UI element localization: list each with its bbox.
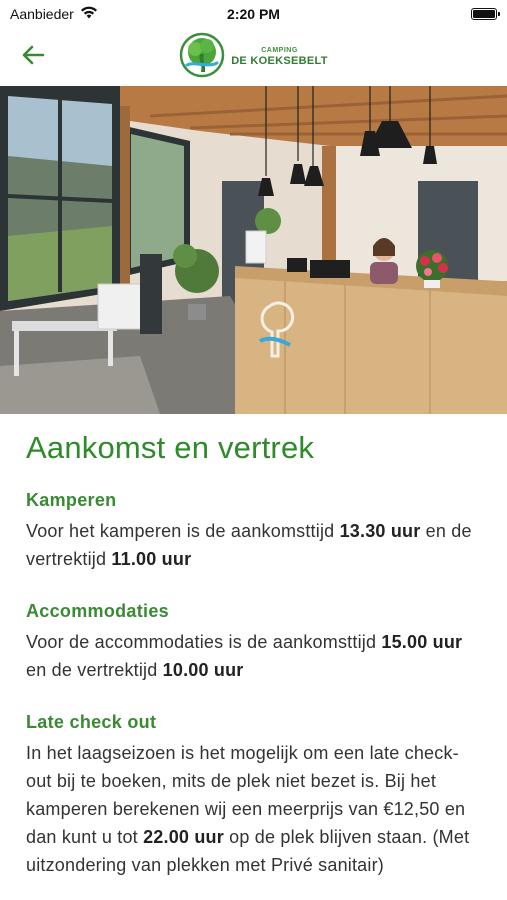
- main-content: Aankomst en vertrek Kamperen Voor het ka…: [0, 414, 507, 879]
- section-heading: Kamperen: [26, 490, 117, 510]
- logo-big-text: DE KOEKSEBELT: [231, 55, 328, 67]
- arrow-left-icon: [21, 45, 45, 70]
- back-button[interactable]: [14, 38, 52, 76]
- body-time: 11.00 uur: [111, 549, 192, 569]
- body-time: 22.00 uur: [143, 827, 224, 847]
- reception-photo: [0, 86, 507, 414]
- section-late-check-out: Late check out In het laagseizoen is het…: [26, 712, 481, 879]
- body-time: 10.00 uur: [162, 660, 244, 680]
- section-heading: Late check out: [26, 712, 157, 732]
- logo-text: CAMPING DE KOEKSEBELT: [231, 47, 328, 67]
- section-body: In het laagseizoen is het mogelijk om ee…: [26, 739, 481, 879]
- page-title: Aankomst en vertrek: [26, 430, 315, 465]
- section-accommodaties: Accommodaties Voor de accommodaties is d…: [26, 601, 481, 684]
- wifi-icon: [80, 6, 98, 22]
- carrier-label: Aanbieder: [10, 6, 74, 22]
- logo-small-text: CAMPING: [261, 47, 298, 54]
- section-body: Voor het kamperen is de aankomsttijd 13.…: [26, 517, 481, 573]
- body-text: Voor de accommodaties is de aankomsttijd: [26, 632, 382, 652]
- section-body: Voor de accommodaties is de aankomsttijd…: [26, 628, 481, 684]
- camping-logo: CAMPING DE KOEKSEBELT: [179, 32, 328, 83]
- body-text: en de vertrektijd: [26, 660, 163, 680]
- body-time: 15.00 uur: [381, 632, 463, 652]
- status-bar: Aanbieder 2:20 PM: [0, 0, 507, 28]
- nav-bar: CAMPING DE KOEKSEBELT: [0, 28, 507, 86]
- section-kamperen: Kamperen Voor het kamperen is de aankoms…: [26, 490, 481, 573]
- body-time: 13.30 uur: [339, 521, 421, 541]
- battery-fill: [473, 10, 495, 18]
- tree-logo-icon: [179, 32, 225, 83]
- battery-icon: [471, 8, 500, 20]
- status-left: Aanbieder: [10, 6, 98, 22]
- section-heading: Accommodaties: [26, 601, 169, 621]
- body-text: Voor het kamperen is de aankomsttijd: [26, 521, 340, 541]
